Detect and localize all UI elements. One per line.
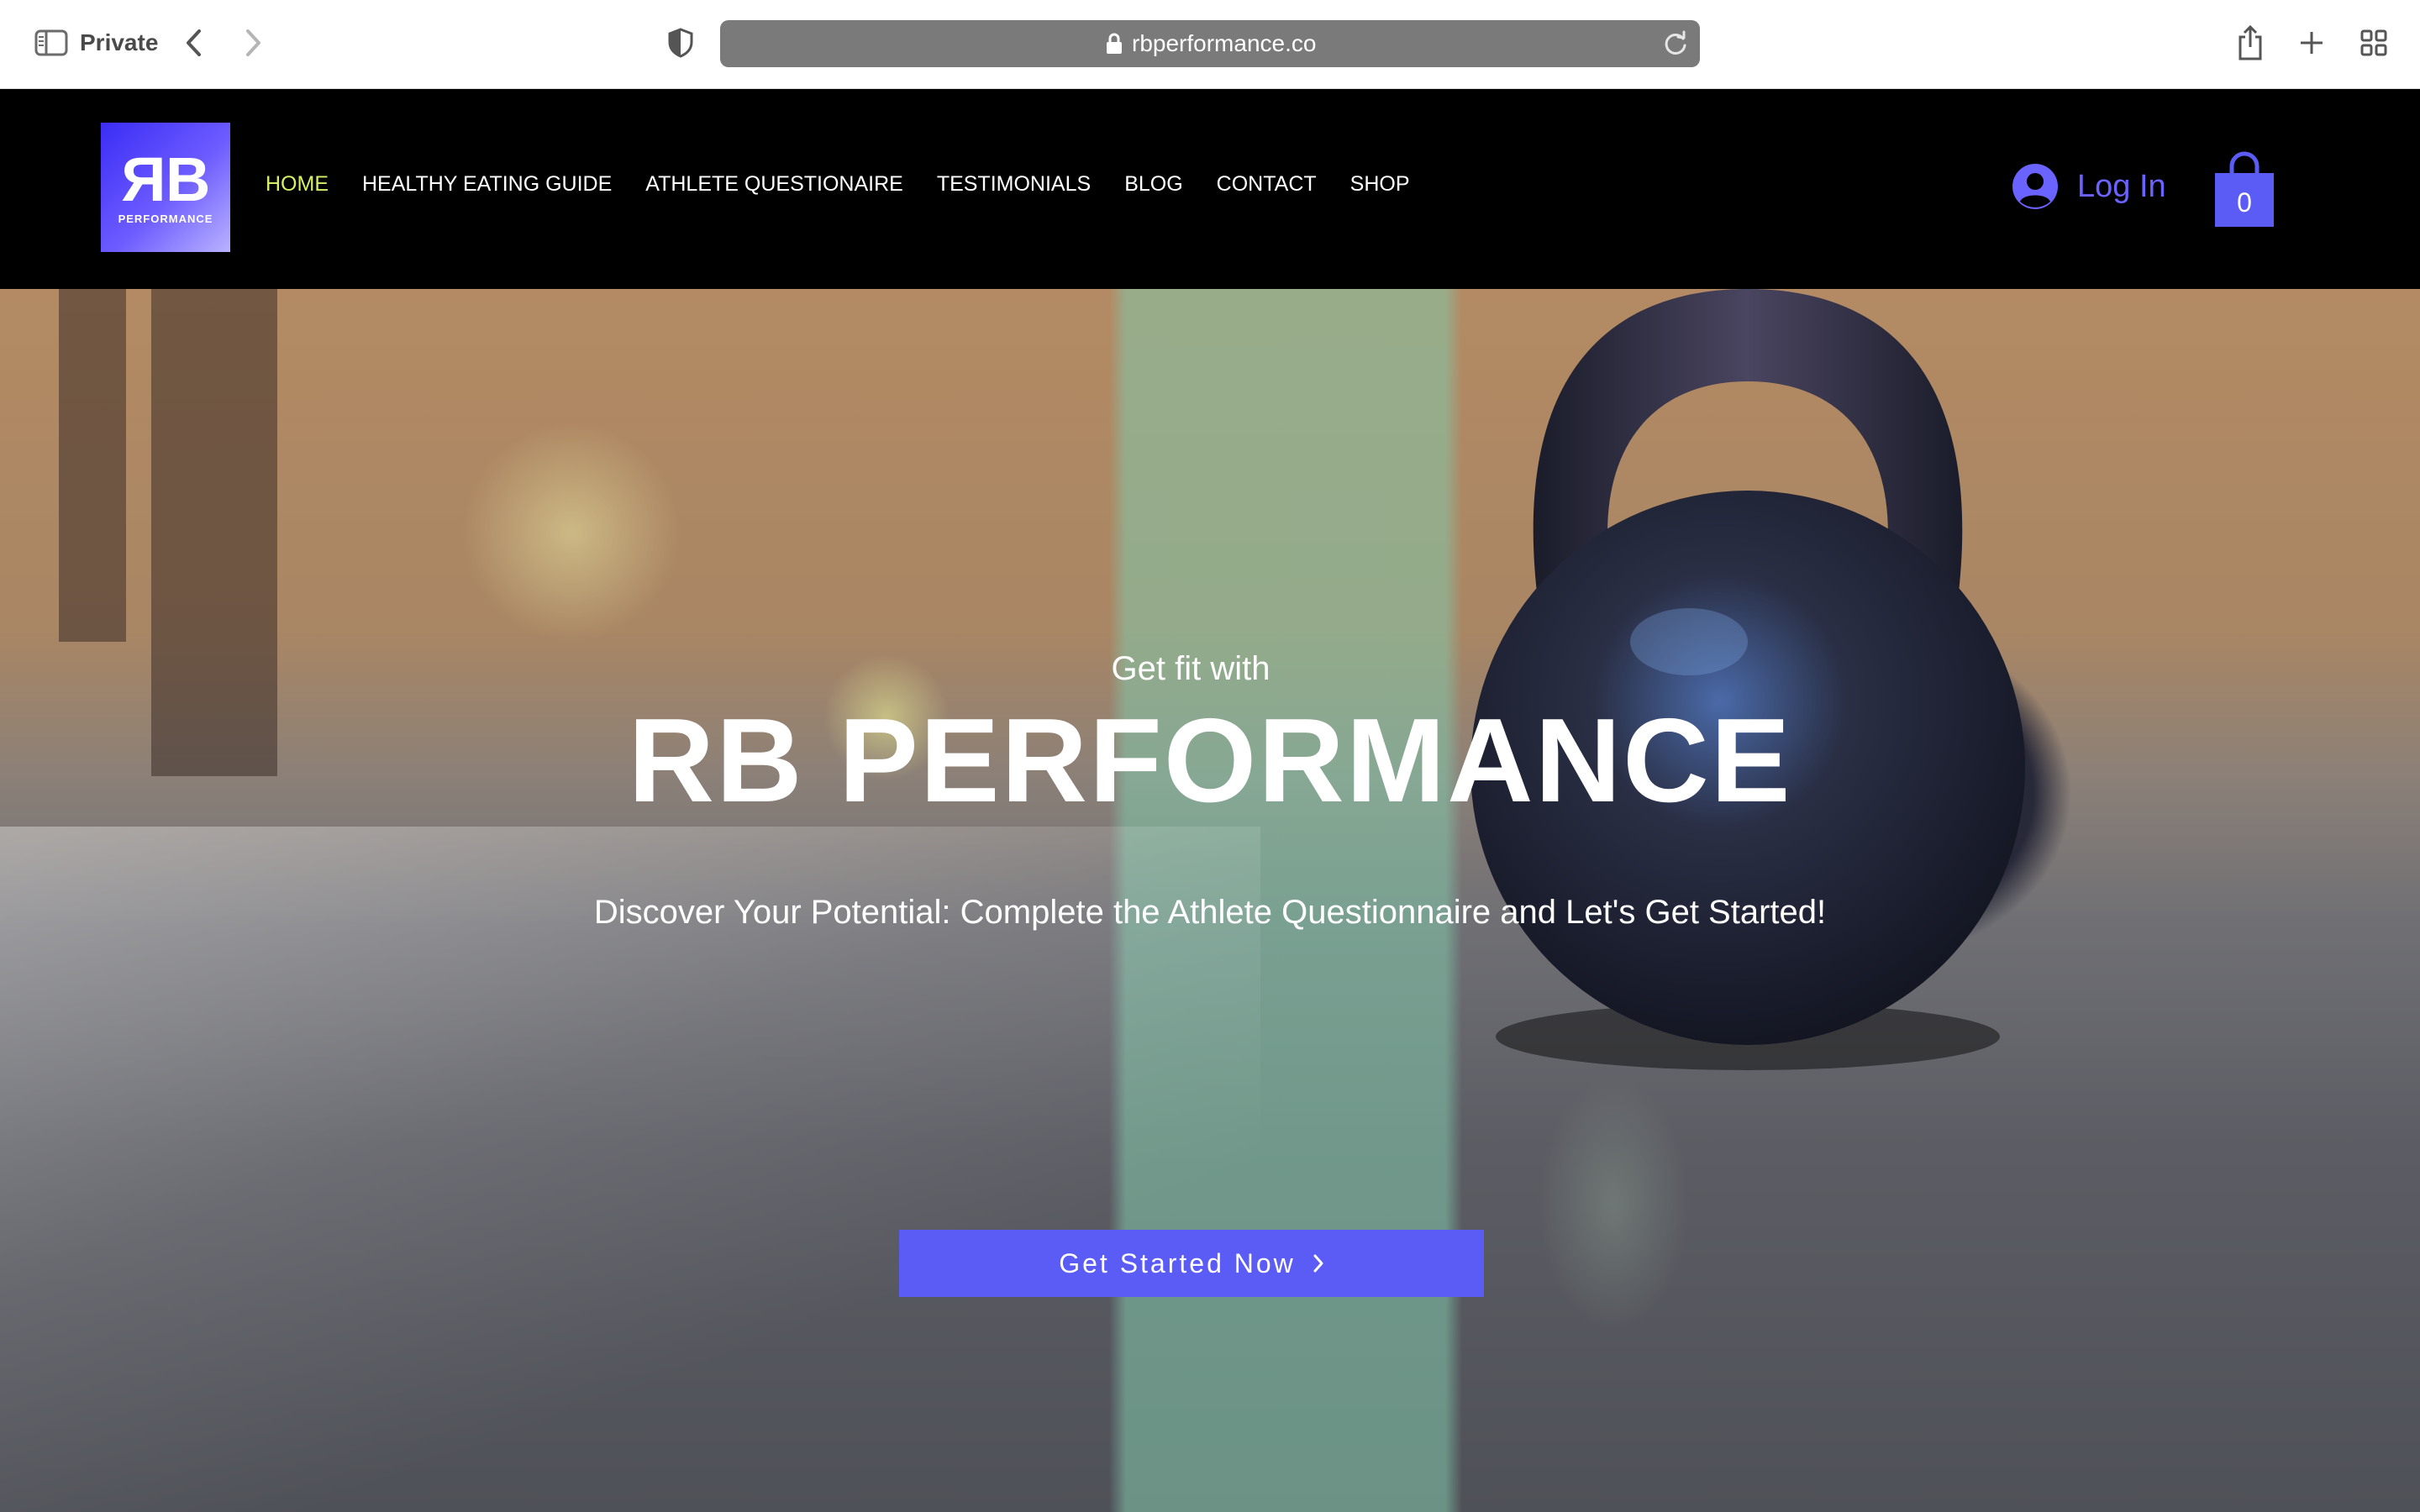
logo-subtitle: PERFORMANCE [118, 212, 213, 225]
get-started-button[interactable]: Get Started Now [899, 1230, 1484, 1297]
back-chevron-icon[interactable] [180, 25, 208, 60]
login-label: Log In [2077, 169, 2166, 204]
nav-testimonials[interactable]: TESTIMONIALS [937, 171, 1091, 197]
site-header: RB PERFORMANCE HOME HEALTHY EATING GUIDE… [0, 89, 2420, 289]
logo-monogram: RB [124, 144, 211, 214]
share-icon[interactable] [2233, 24, 2267, 62]
logo-letter-b: B [166, 144, 210, 214]
url-text: rbperformance.co [1132, 30, 1317, 56]
cart-count: 0 [2237, 187, 2252, 218]
nav-blog[interactable]: BLOG [1124, 171, 1182, 197]
nav-athlete-questionaire[interactable]: ATHLETE QUESTIONAIRE [645, 171, 903, 197]
get-started-label: Get Started Now [1059, 1247, 1296, 1278]
nav-healthy-eating-guide[interactable]: HEALTHY EATING GUIDE [362, 171, 612, 197]
logo-letter-r: R [124, 144, 166, 214]
main-nav: HOME HEALTHY EATING GUIDE ATHLETE QUESTI… [266, 171, 1444, 197]
hero-title: RB PERFORMANCE [628, 694, 1792, 827]
nav-home[interactable]: HOME [266, 171, 329, 197]
sidebar-toggle-icon[interactable] [34, 29, 69, 57]
address-bar[interactable]: rbperformance.co [720, 20, 1700, 67]
tab-overview-icon[interactable] [2358, 27, 2390, 59]
site-logo[interactable]: RB PERFORMANCE [101, 123, 230, 252]
reload-icon[interactable] [1663, 30, 1688, 57]
new-tab-plus-icon[interactable] [2296, 27, 2328, 59]
privacy-shield-icon[interactable] [664, 25, 697, 60]
nav-contact[interactable]: CONTACT [1217, 171, 1317, 197]
forward-chevron-icon[interactable] [239, 25, 267, 60]
hero-pretitle: Get fit with [1111, 650, 1270, 687]
cart-button[interactable]: 0 [2213, 151, 2275, 228]
user-avatar-icon [2012, 164, 2058, 209]
hero-subtitle: Discover Your Potential: Complete the At… [593, 894, 1827, 931]
hero-section: Get fit with RB PERFORMANCE Discover You… [0, 289, 2420, 1512]
kettlebell-image [1470, 289, 2025, 1070]
hero-background-post [59, 289, 126, 642]
lock-icon [1107, 33, 1122, 54]
login-button[interactable]: Log In [2012, 163, 2166, 210]
browser-toolbar: Private rbperformance.co [0, 0, 2420, 89]
private-browsing-label: Private [80, 29, 159, 55]
nav-shop[interactable]: SHOP [1350, 171, 1410, 197]
chevron-right-icon [1313, 1254, 1323, 1273]
